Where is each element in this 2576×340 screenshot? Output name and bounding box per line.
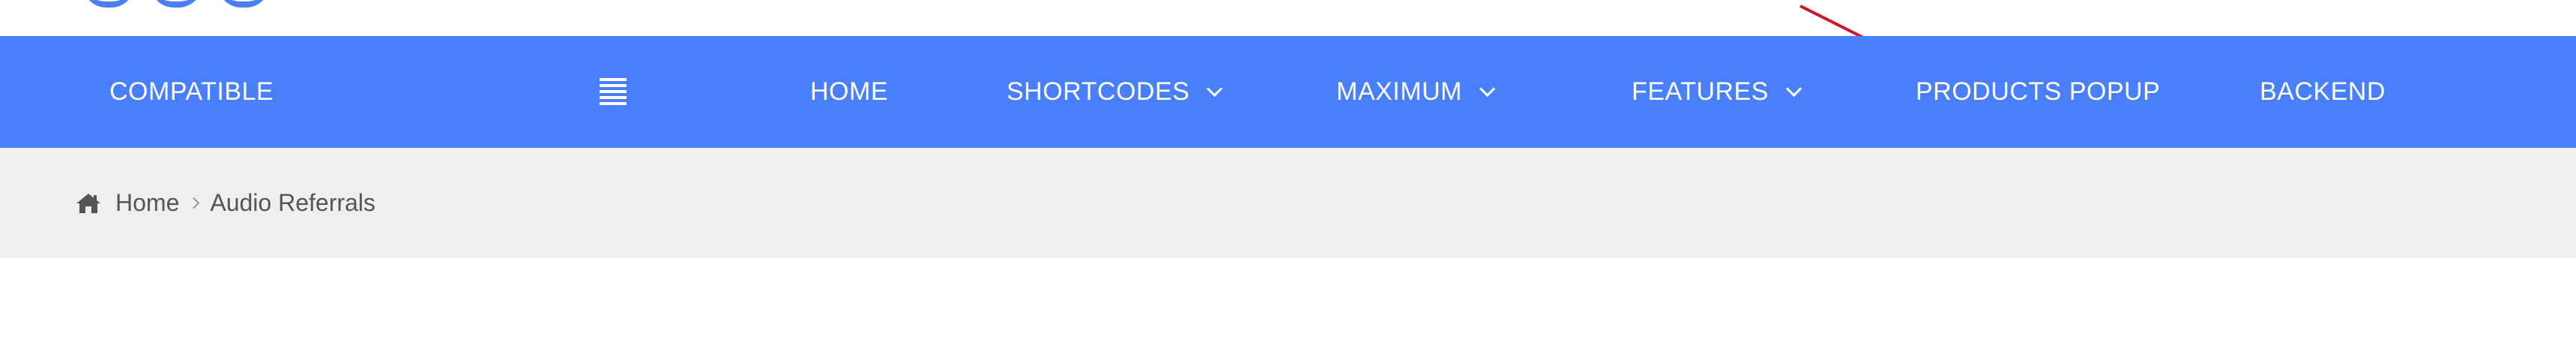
nav-item-label: HOME: [810, 77, 888, 106]
home-icon[interactable]: [75, 192, 102, 215]
nav-item-features[interactable]: FEATURES: [1632, 36, 1802, 148]
breadcrumb-bar: Home Audio Referrals: [0, 148, 2576, 258]
breadcrumb-current: Audio Referrals: [210, 189, 375, 216]
menu-icon-bar: [600, 84, 627, 87]
chevron-down-icon: [1479, 80, 1495, 98]
nav-compatible[interactable]: COMPATIBLE: [109, 36, 274, 148]
chevron-down-icon: [1207, 80, 1223, 98]
nav-item-home[interactable]: HOME: [810, 36, 888, 148]
nav-compatible-label: COMPATIBLE: [109, 77, 274, 106]
menu-icon[interactable]: [600, 78, 627, 105]
menu-icon-bar: [600, 96, 627, 99]
menu-icon-bar: [600, 102, 627, 105]
nav-item-label: MAXIMUM: [1336, 77, 1462, 106]
nav-item-label: BACKEND: [2260, 77, 2386, 106]
logo-fragment: [150, 0, 202, 8]
menu-icon-bar: [600, 90, 627, 93]
menu-icon-bar: [600, 78, 627, 81]
chevron-right-icon: [188, 197, 200, 209]
logo-fragment: [217, 0, 270, 8]
main-navigation: COMPATIBLE HOME SHORTCODES MAXIMUM FEATU…: [0, 36, 2576, 148]
nav-item-maximum[interactable]: MAXIMUM: [1336, 36, 1495, 148]
nav-item-label: SHORTCODES: [1007, 77, 1190, 106]
nav-item-backend[interactable]: BACKEND: [2260, 36, 2386, 148]
chevron-down-icon: [1785, 80, 1802, 98]
nav-item-label: FEATURES: [1632, 77, 1769, 106]
page: COMPATIBLE HOME SHORTCODES MAXIMUM FEATU…: [0, 0, 2576, 340]
breadcrumb-home-link[interactable]: Home: [115, 189, 179, 217]
logo-fragment: [82, 0, 135, 8]
nav-item-label: PRODUCTS POPUP: [1916, 77, 2161, 106]
breadcrumb: Home Audio Referrals: [75, 148, 375, 258]
site-logo[interactable]: [82, 0, 397, 8]
nav-item-shortcodes[interactable]: SHORTCODES: [1007, 36, 1223, 148]
nav-item-products-popup[interactable]: PRODUCTS POPUP: [1916, 36, 2160, 148]
